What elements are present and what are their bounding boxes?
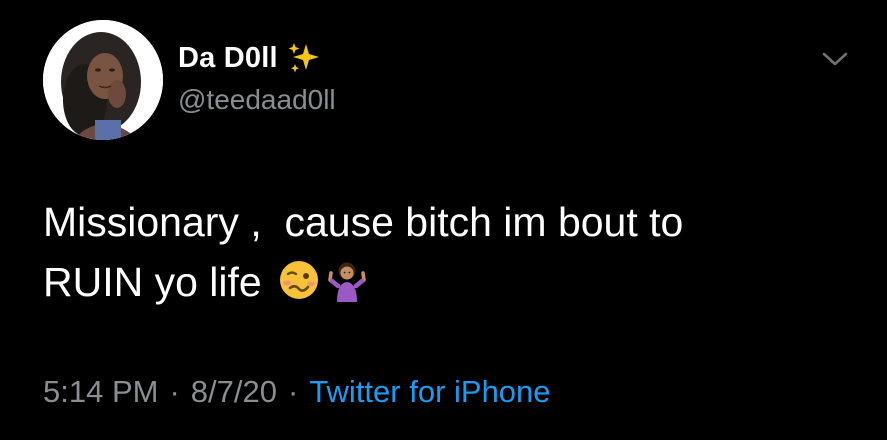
tweet-time[interactable]: 5:14 PM [43, 374, 158, 410]
meta-separator: · [169, 374, 180, 409]
chevron-down-icon[interactable] [818, 46, 852, 72]
tweet-text-line-1: Missionary , cause bitch im bout to [43, 199, 684, 245]
tweet-date[interactable]: 8/7/20 [191, 374, 277, 410]
avatar-photo [43, 20, 163, 140]
tweet-card: Da D0ll @teedaad0ll Missionary , cause b… [0, 0, 887, 440]
display-name[interactable]: Da D0ll [178, 42, 278, 75]
person-shrugging-icon [328, 262, 366, 302]
tweet-source-link[interactable]: Twitter for iPhone [309, 374, 550, 410]
user-handle[interactable]: @teedaad0ll [178, 84, 336, 116]
tweet-text-line-2: RUIN yo life [43, 252, 843, 312]
sparkles-icon [288, 43, 319, 73]
author-name-row[interactable]: Da D0ll [178, 38, 322, 78]
woozy-face-icon [280, 261, 319, 299]
meta-separator-2: · [287, 374, 299, 409]
tweet-meta: 5:14 PM · 8/7/20 · Twitter for iPhone [43, 374, 551, 410]
tweet-text: Missionary , cause bitch im bout to RUIN… [43, 192, 843, 312]
avatar[interactable] [43, 20, 163, 140]
tweet-text-line-2-content: RUIN yo life [43, 259, 262, 305]
